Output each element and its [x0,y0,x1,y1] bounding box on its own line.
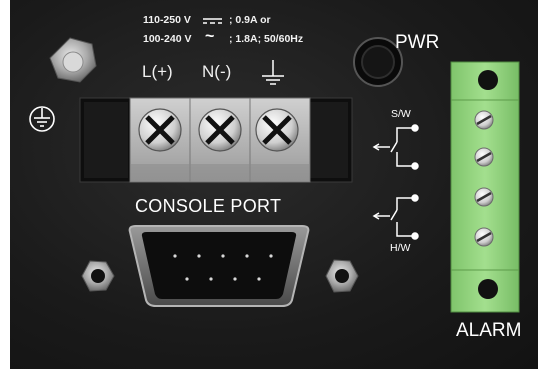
earth-ground-icon [262,60,284,85]
device-rear-panel: 110-250 V ; 0.9A or 100-240 V ~ ; 1.8A; … [10,0,538,369]
terminal-screw-3[interactable] [255,108,299,152]
spec-line1-rating: ; 0.9A or [229,14,271,26]
protective-earth-icon [29,106,55,132]
relay-contact-icon [372,124,419,170]
spec-line2-voltage: 100-240 V [143,33,192,45]
sw-label: S/W [391,108,411,120]
alarm-connector [450,61,520,313]
terminal-label-negative: N(-) [202,62,232,81]
dc-current-icon [203,18,222,24]
db9-standoff-right [325,259,359,293]
spec-line1-voltage: 110-250 V [143,14,191,26]
alarm-screw-2[interactable] [474,147,494,167]
alarm-screw-3[interactable] [474,187,494,207]
console-db9-connector[interactable] [128,225,310,307]
spec-line2-rating: ; 1.8A; 50/60Hz [229,33,304,45]
relay-contact-icon [372,194,419,240]
hw-label: H/W [390,242,411,254]
alarm-screw-4[interactable] [474,227,494,247]
alarm-screw-1[interactable] [474,110,494,130]
ac-current-icon: ~ [205,28,215,45]
alarm-label: ALARM [456,320,522,341]
terminal-label-positive: L(+) [142,62,173,81]
db9-standoff-left [81,260,115,292]
pwr-label: PWR [395,32,440,53]
console-port-label: CONSOLE PORT [135,196,282,216]
panel-graphics [29,18,520,313]
ground-stud [49,37,97,83]
terminal-screw-1[interactable] [138,108,182,152]
terminal-screw-2[interactable] [198,108,242,152]
